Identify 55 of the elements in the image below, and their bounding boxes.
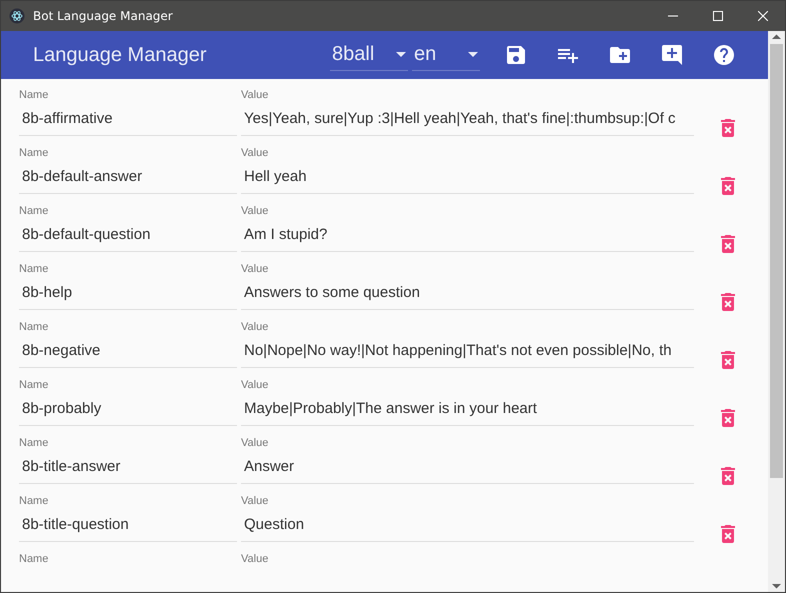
value-label: Value bbox=[241, 495, 270, 507]
bot-select[interactable]: 8ball bbox=[330, 39, 408, 71]
value-label: Value bbox=[241, 89, 270, 101]
close-icon bbox=[758, 11, 768, 21]
caret-icon bbox=[396, 52, 406, 57]
value-label: Value bbox=[241, 437, 270, 449]
value-label: Value bbox=[241, 263, 270, 275]
name-field[interactable]: 8b-affirmative bbox=[19, 107, 237, 136]
value-field[interactable]: Am I stupid? bbox=[241, 223, 694, 252]
trash-icon bbox=[721, 177, 735, 195]
name-field[interactable]: 8b-help bbox=[19, 281, 237, 310]
app-logo-icon bbox=[9, 8, 25, 24]
trash-icon bbox=[721, 409, 735, 427]
name-field[interactable]: 8b-probably bbox=[19, 397, 237, 426]
name-label: Name bbox=[19, 263, 50, 275]
window-title: Bot Language Manager bbox=[33, 9, 173, 23]
comment-plus-icon bbox=[660, 43, 684, 67]
name-field[interactable]: 8b-default-question bbox=[19, 223, 237, 252]
trash-icon bbox=[721, 293, 735, 311]
name-label: Name bbox=[19, 147, 50, 159]
name-label: Name bbox=[19, 437, 50, 449]
trash-icon bbox=[721, 525, 735, 543]
value-field[interactable]: Answer bbox=[241, 455, 694, 484]
app-title: Language Manager bbox=[33, 44, 206, 66]
name-field[interactable]: 8b-default-answer bbox=[19, 165, 237, 194]
value-field[interactable]: Hell yeah bbox=[241, 165, 694, 194]
caret-icon bbox=[468, 52, 478, 57]
name-label: Name bbox=[19, 205, 50, 217]
value-label: Value bbox=[241, 553, 270, 565]
name-field[interactable]: 8b-negative bbox=[19, 339, 237, 368]
value-field[interactable]: Maybe|Probably|The answer is in your heart bbox=[241, 397, 694, 426]
name-label: Name bbox=[19, 379, 50, 391]
name-field[interactable]: 8b-title-question bbox=[19, 513, 237, 542]
name-label: Name bbox=[19, 495, 50, 507]
value-label: Value bbox=[241, 147, 270, 159]
trash-icon bbox=[721, 467, 735, 485]
value-field[interactable]: Question bbox=[241, 513, 694, 542]
value-label: Value bbox=[241, 321, 270, 333]
trash-icon bbox=[721, 119, 735, 137]
value-field[interactable]: Answers to some question bbox=[241, 281, 694, 310]
language-select[interactable]: en bbox=[412, 39, 480, 71]
maximize-icon bbox=[712, 11, 722, 21]
value-field[interactable]: Yes|Yeah, sure|Yup :3|Hell yeah|Yeah, that's fine|:thumbsup:|Of c bbox=[241, 107, 694, 136]
value-label: Value bbox=[241, 205, 270, 217]
trash-icon bbox=[721, 351, 735, 369]
scrollbar[interactable] bbox=[768, 31, 785, 592]
name-field[interactable]: 8b-title-answer bbox=[19, 455, 237, 484]
trash-icon bbox=[721, 235, 735, 253]
value-label: Value bbox=[241, 379, 270, 391]
save-icon bbox=[504, 43, 528, 67]
name-label: Name bbox=[19, 89, 50, 101]
name-label: Name bbox=[19, 321, 50, 333]
help-icon bbox=[712, 43, 736, 67]
value-field[interactable]: No|Nope|No way!|Not happening|That's not even possible|No, th bbox=[241, 339, 694, 368]
name-label: Name bbox=[19, 553, 50, 565]
